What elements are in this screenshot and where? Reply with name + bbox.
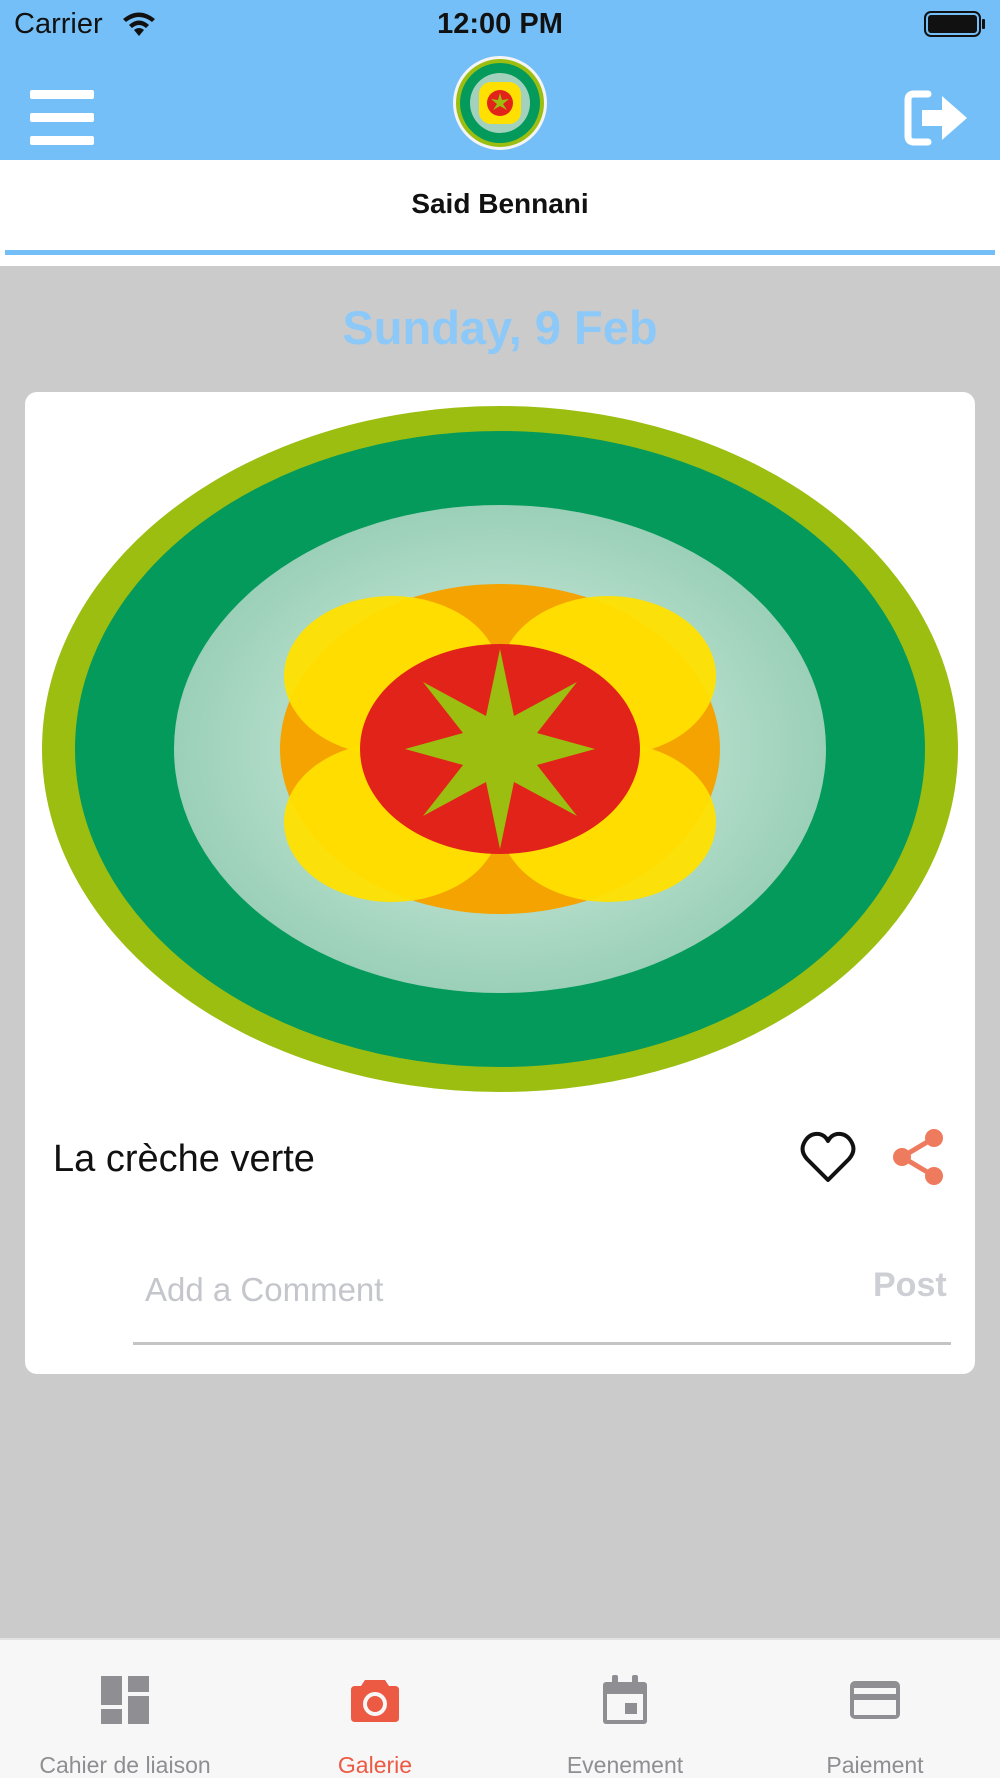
child-name[interactable]: Said Bennani xyxy=(0,188,1000,220)
tab-label: Paiement xyxy=(826,1752,924,1778)
tab-paiement[interactable]: Paiement xyxy=(750,1640,1000,1778)
bottom-tab-bar: Cahier de liaison Galerie Evenement Paie… xyxy=(0,1638,1000,1778)
tab-galerie[interactable]: Galerie xyxy=(250,1640,500,1778)
heart-icon[interactable] xyxy=(800,1130,856,1184)
selected-underline xyxy=(5,250,995,255)
comment-input[interactable] xyxy=(145,1264,835,1316)
feed-date-title: Sunday, 9 Feb xyxy=(342,301,658,354)
gallery-post-card: La crèche verte Post xyxy=(25,392,975,1374)
tab-label: Galerie xyxy=(337,1752,413,1778)
app-logo xyxy=(453,56,547,150)
post-image[interactable] xyxy=(40,404,960,1094)
battery-icon xyxy=(924,11,985,37)
post-comment-button[interactable]: Post xyxy=(873,1266,947,1305)
share-icon[interactable] xyxy=(890,1127,946,1187)
comment-underline xyxy=(133,1342,951,1345)
hamburger-menu-icon[interactable] xyxy=(30,90,94,146)
tab-label: Cahier de liaison xyxy=(39,1752,211,1778)
clock-label: 12:00 PM xyxy=(437,8,563,40)
dashboard-icon xyxy=(101,1676,149,1724)
calendar-icon xyxy=(603,1675,647,1724)
navigation-bar xyxy=(0,50,1000,160)
profile-header: Said Bennani xyxy=(0,160,1000,266)
tab-cahier-de-liaison[interactable]: Cahier de liaison xyxy=(0,1640,250,1778)
tab-label: Evenement xyxy=(566,1752,684,1778)
camera-icon xyxy=(351,1680,399,1722)
credit-card-icon xyxy=(850,1681,900,1719)
post-title: La crèche verte xyxy=(53,1138,315,1180)
logout-icon[interactable] xyxy=(904,88,970,148)
status-bar: Carrier 12:00 PM xyxy=(0,0,1000,50)
tab-evenement[interactable]: Evenement xyxy=(500,1640,750,1778)
